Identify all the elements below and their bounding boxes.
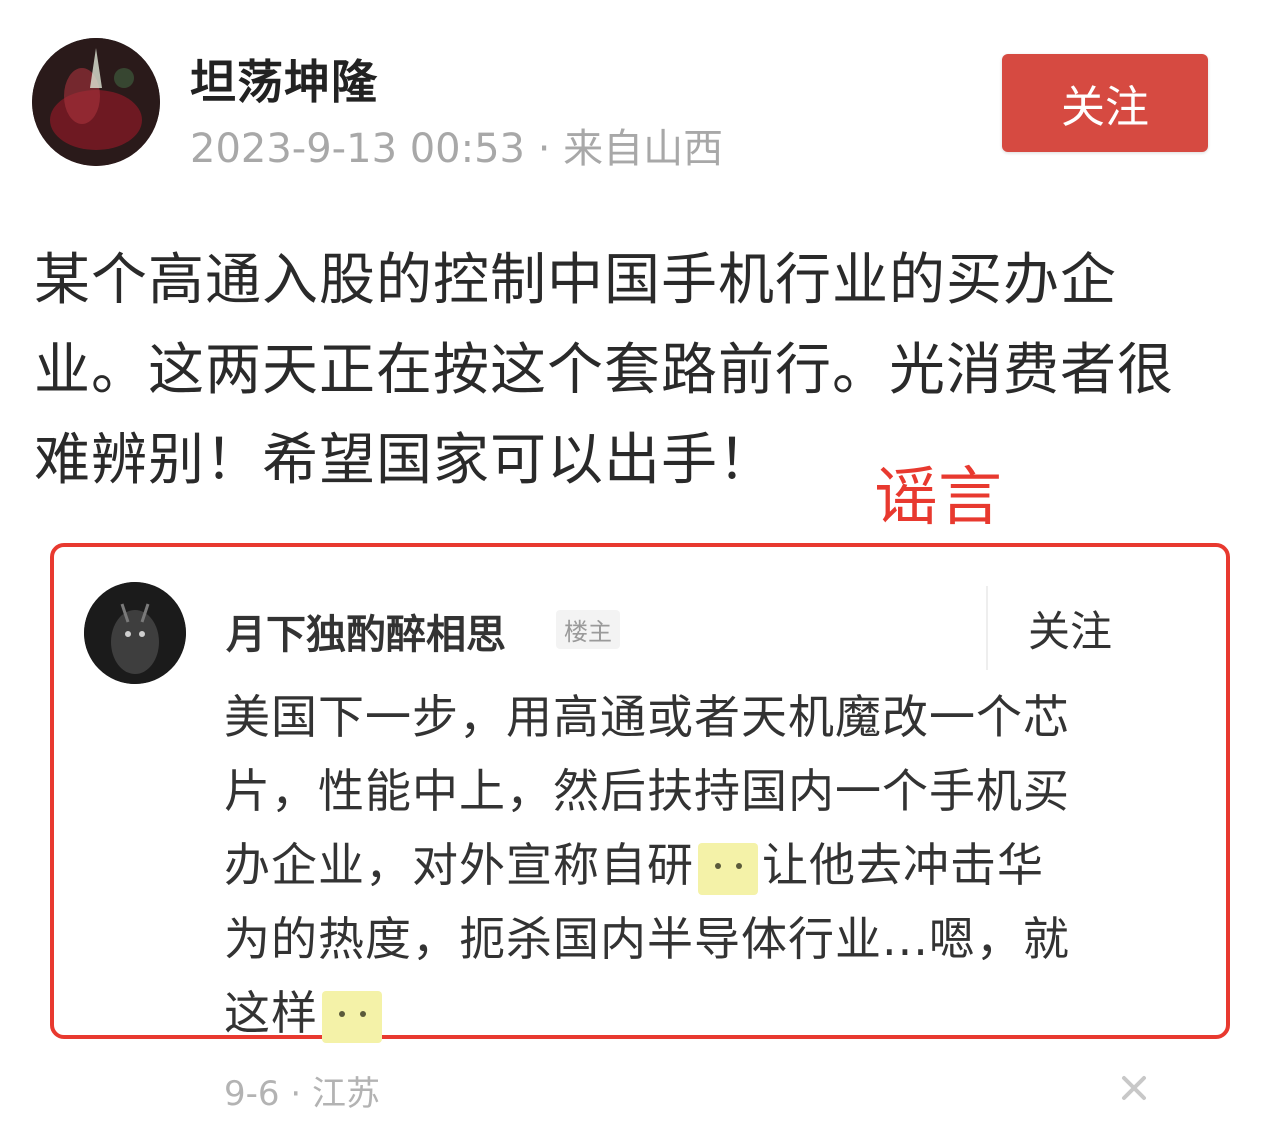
comment-body: 美国下一步，用高通或者天机魔改一个芯 片，性能中上，然后扶持国内一个手机买 办企… [224,680,1164,1050]
close-icon[interactable] [1116,1070,1152,1106]
follow-button[interactable]: 关注 [1002,54,1208,152]
post-body: 某个高通入股的控制中国手机行业的买办企 业。这两天正在按这个套路前行。光消费者很… [34,236,1214,506]
post-timestamp-location: 2023-9-13 00:53 · 来自山西 [190,126,724,172]
comment-line: 办企业，对外宣称自研 让他去冲击华 [224,828,1164,902]
commenter-avatar-image [84,582,186,684]
comment-date-location: 9-6 · 江苏 [224,1074,380,1114]
rumor-annotation-label: 谣言 [874,461,1002,535]
comment-line: 美国下一步，用高通或者天机魔改一个芯 [224,690,1070,744]
avatar-image [32,38,160,166]
comment-follow-button[interactable]: 关注 [986,586,1152,670]
post-body-line: 难辨别！希望国家可以出手！ [34,428,775,493]
comment-line: 这样 [224,976,1164,1050]
comment-line: 为的热度，扼杀国内半导体行业...嗯，就 [224,912,1070,966]
post-body-line: 某个高通入股的控制中国手机行业的买办企 [34,248,1117,313]
author-avatar[interactable] [32,38,160,166]
comment-text: 让他去冲击华 [762,838,1044,892]
commenter-avatar[interactable] [84,582,186,684]
post-body-line: 业。这两天正在按这个套路前行。光消费者很 [34,338,1174,403]
smirk-emoji-icon [322,990,382,1043]
commenter-name[interactable]: 月下独酌醉相思 [226,602,506,660]
op-badge: 楼主 [556,610,620,649]
comment-text: 办企业，对外宣称自研 [224,838,694,892]
comment-line: 片，性能中上，然后扶持国内一个手机买 [224,764,1070,818]
screenshot: 坦荡坤隆 2023-9-13 00:53 · 来自山西 关注 某个高通入股的控制… [0,0,1280,1124]
comment-text: 这样 [224,986,318,1040]
author-name[interactable]: 坦荡坤隆 [190,46,378,112]
smirk-emoji-icon [698,842,758,895]
